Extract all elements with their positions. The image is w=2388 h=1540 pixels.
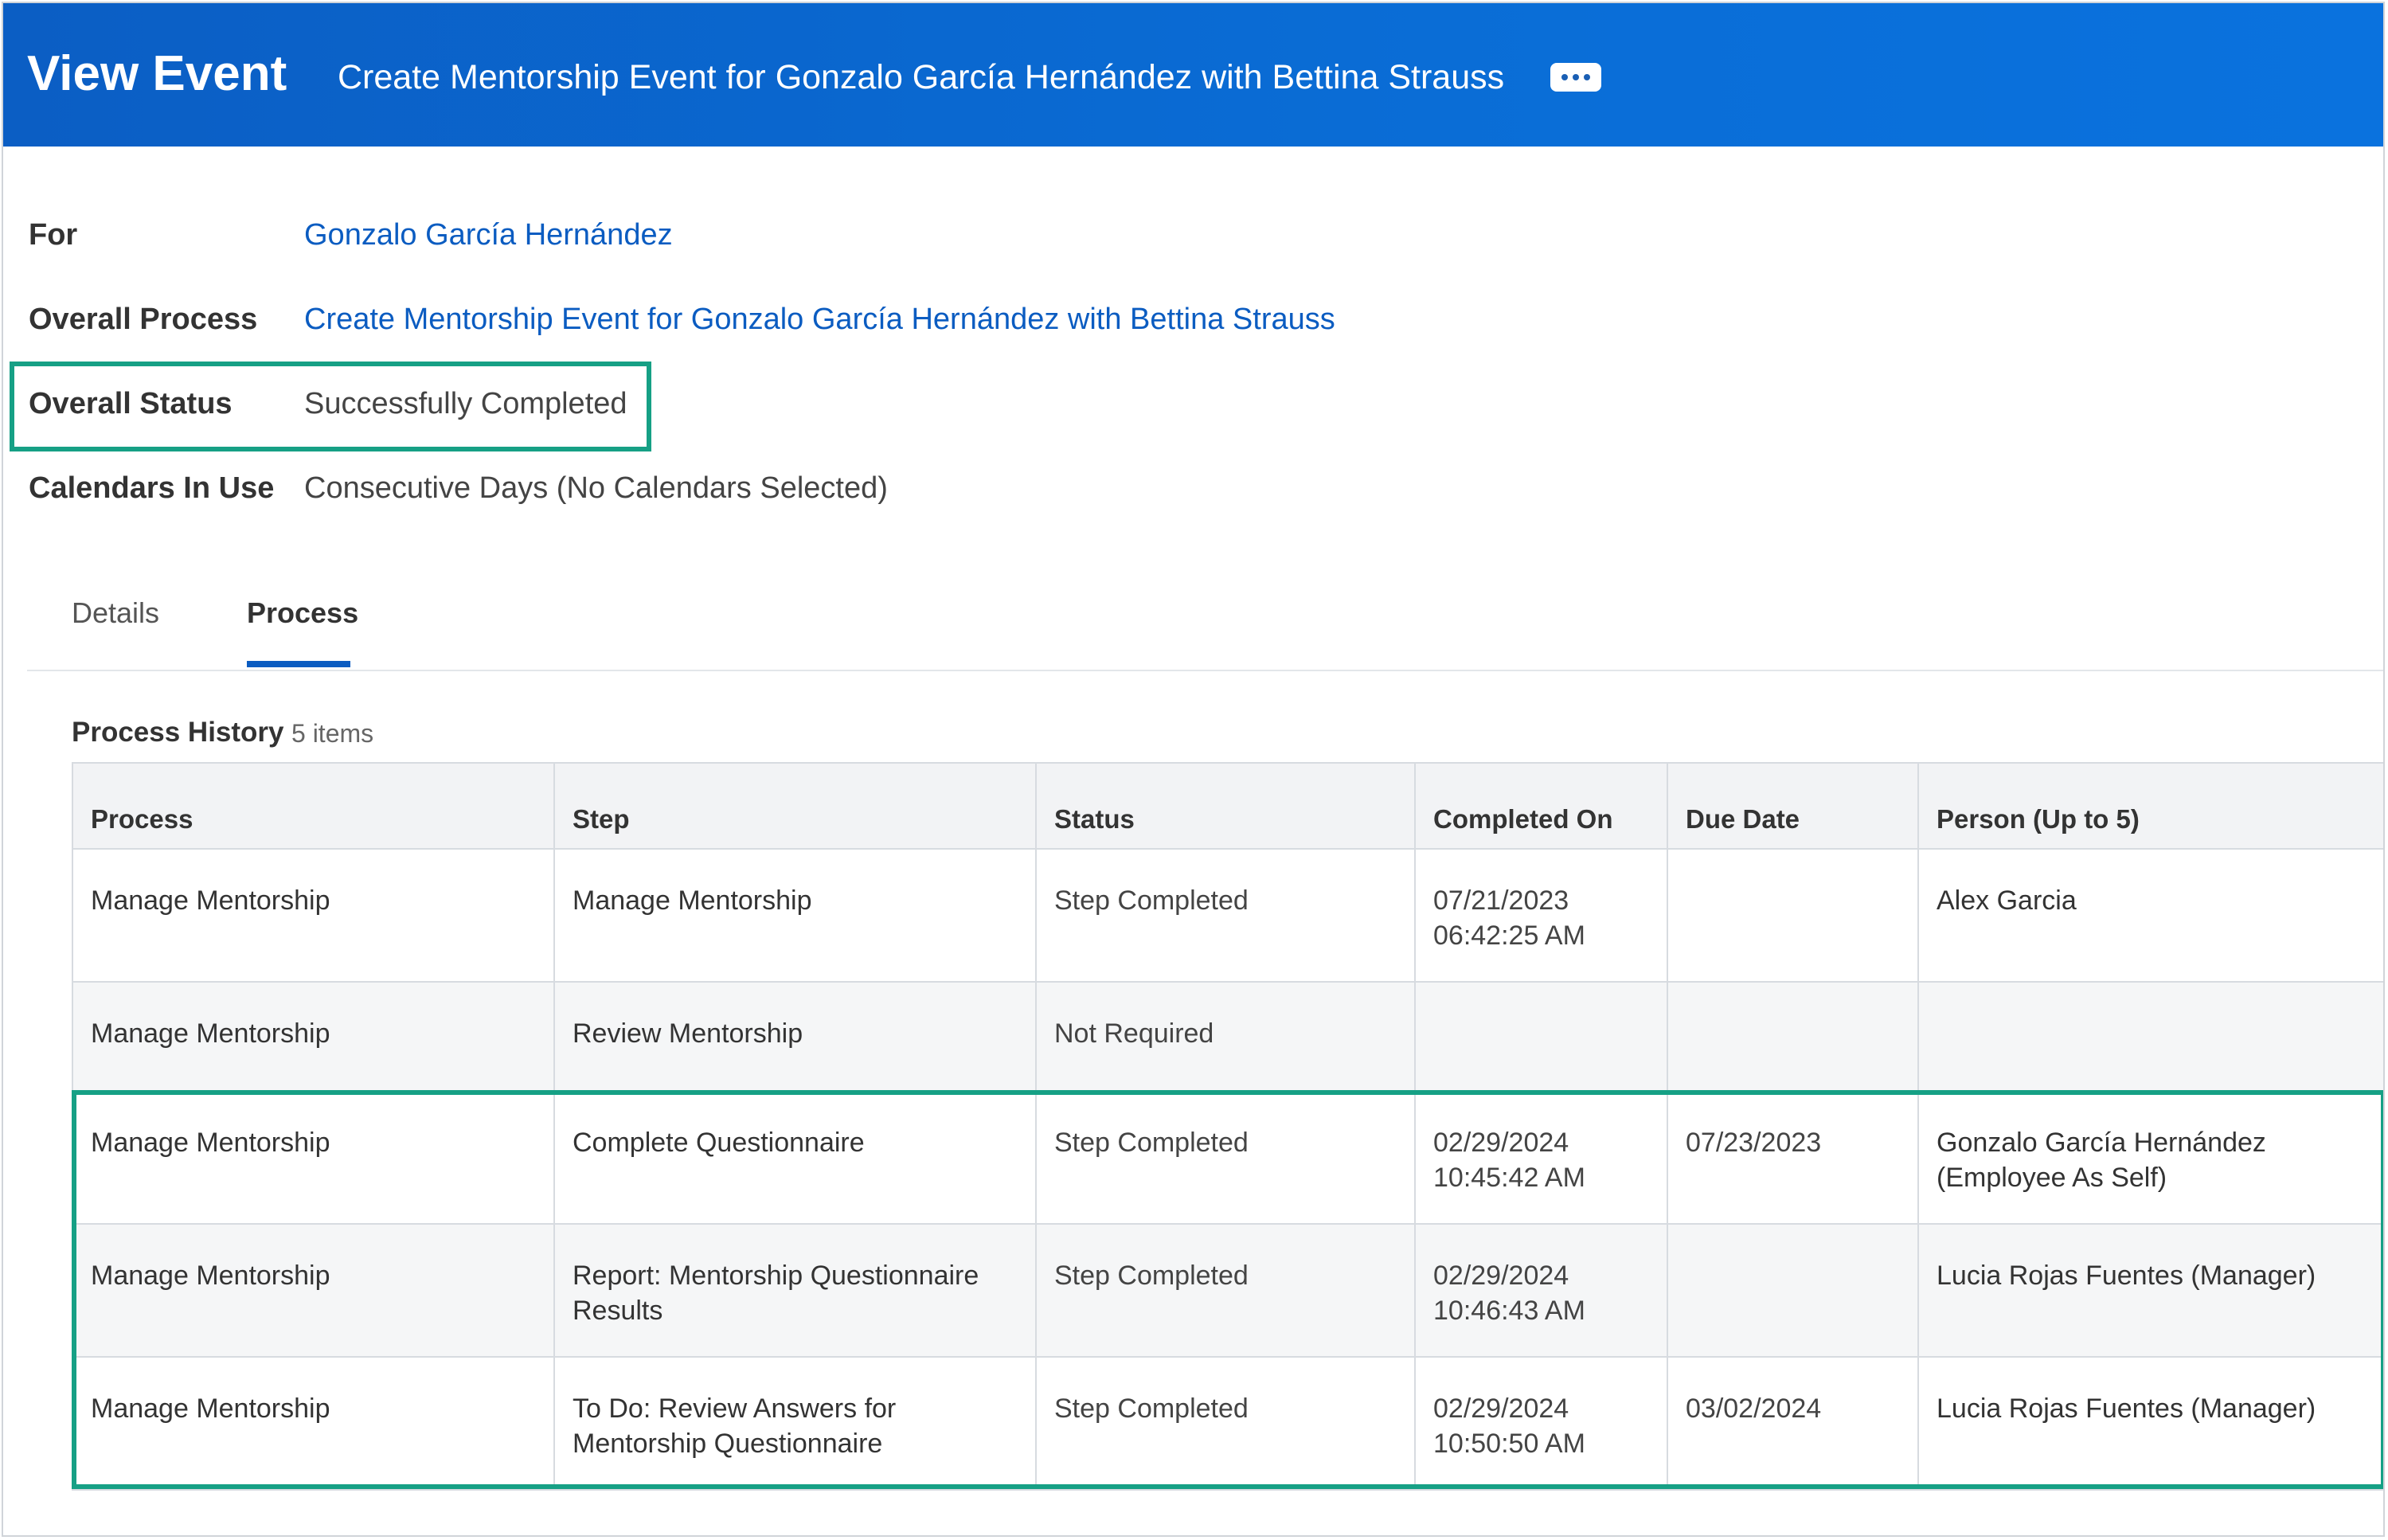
- ellipsis-icon[interactable]: [1550, 63, 1601, 92]
- dot-icon: [1561, 74, 1568, 80]
- column-header-step[interactable]: Step: [555, 764, 1037, 848]
- overall-process-link[interactable]: Create Mentorship Event for Gonzalo Garc…: [304, 303, 1335, 337]
- column-header-status[interactable]: Status: [1037, 764, 1416, 848]
- event-subtitle: Create Mentorship Event for Gonzalo Garc…: [338, 58, 1505, 96]
- dot-icon: [1584, 74, 1590, 80]
- process-link[interactable]: Manage Mentorship: [73, 983, 555, 1090]
- column-header-completed-on[interactable]: Completed On: [1416, 764, 1668, 848]
- calendars-label: Calendars In Use: [29, 471, 275, 505]
- process-history-title: Process History: [72, 717, 284, 748]
- calendars-value: Consecutive Days (No Calendars Selected): [304, 471, 888, 505]
- tab-details[interactable]: Details: [72, 596, 159, 630]
- for-worker-link[interactable]: Gonzalo García Hernández: [304, 218, 673, 252]
- step-link[interactable]: Review Mentorship: [555, 983, 1037, 1090]
- table-header-row: Process Step Status Completed On Due Dat…: [73, 764, 2383, 850]
- due-date-cell: [1668, 983, 1919, 1090]
- overall-status-label: Overall Status: [29, 387, 233, 420]
- page-title: View Event: [27, 46, 287, 101]
- view-event-window: View Event Create Mentorship Event for G…: [2, 2, 2385, 1537]
- tab-divider: [27, 670, 2383, 671]
- dot-icon: [1573, 74, 1579, 80]
- overall-status-value: Successfully Completed: [304, 387, 627, 420]
- completed-on-cell: 07/21/2023 06:42:25 AM: [1416, 850, 1668, 981]
- person-link[interactable]: [1919, 983, 2383, 1090]
- status-cell: Step Completed: [1037, 850, 1416, 981]
- overall-process-label: Overall Process: [29, 303, 258, 336]
- tab-process[interactable]: Process: [247, 596, 358, 630]
- for-label: For: [29, 218, 78, 252]
- column-header-person[interactable]: Person (Up to 5): [1919, 764, 2383, 848]
- completed-date: 07/21/2023: [1433, 885, 1569, 916]
- step-link[interactable]: Manage Mentorship: [555, 850, 1037, 981]
- column-header-process[interactable]: Process: [73, 764, 555, 848]
- table-row: Manage Mentorship Manage Mentorship Step…: [73, 850, 2383, 983]
- completed-on-cell: [1416, 983, 1668, 1090]
- rows-highlight: [72, 1090, 2383, 1489]
- active-tab-indicator: [247, 661, 350, 667]
- person-link[interactable]: Alex Garcia: [1919, 850, 2383, 981]
- due-date-cell: [1668, 850, 1919, 981]
- column-header-due-date[interactable]: Due Date: [1668, 764, 1919, 848]
- process-link[interactable]: Manage Mentorship: [73, 850, 555, 981]
- status-cell: Not Required: [1037, 983, 1416, 1090]
- completed-time: 06:42:25 AM: [1433, 920, 1585, 951]
- process-history-count: 5 items: [291, 719, 374, 748]
- table-row: Manage Mentorship Review Mentorship Not …: [73, 983, 2383, 1092]
- page-header: View Event Create Mentorship Event for G…: [3, 3, 2383, 147]
